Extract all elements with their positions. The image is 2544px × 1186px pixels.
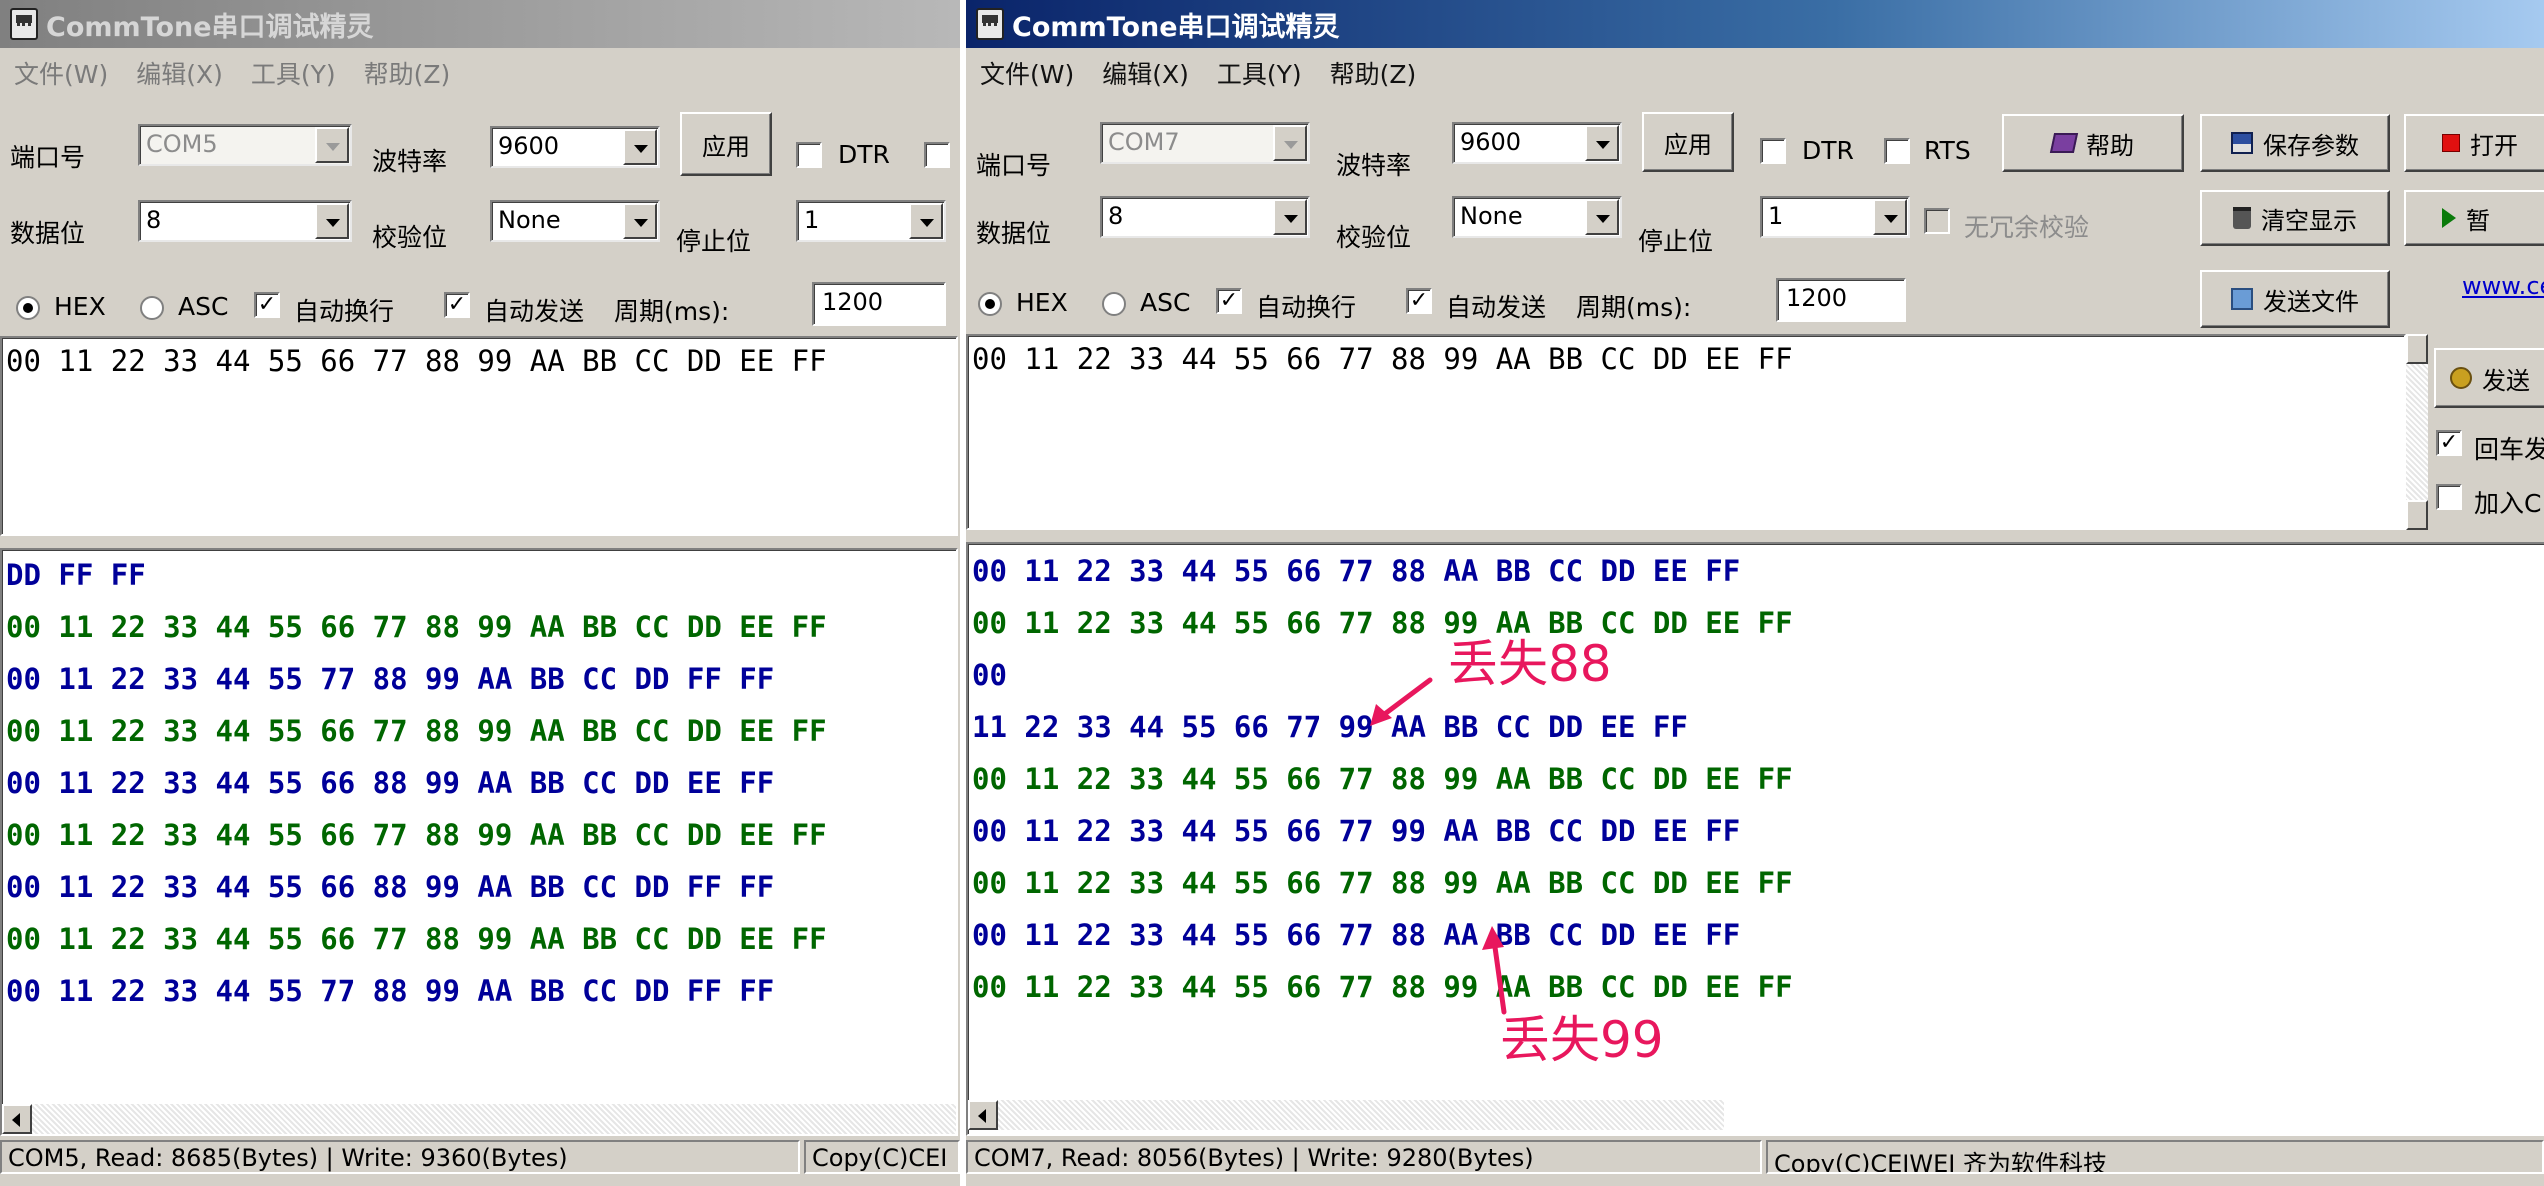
annotation-arrows <box>1370 677 1507 1015</box>
arrow-to-lost-99 <box>1482 926 1507 1015</box>
arrow-to-lost-88 <box>1370 677 1433 726</box>
